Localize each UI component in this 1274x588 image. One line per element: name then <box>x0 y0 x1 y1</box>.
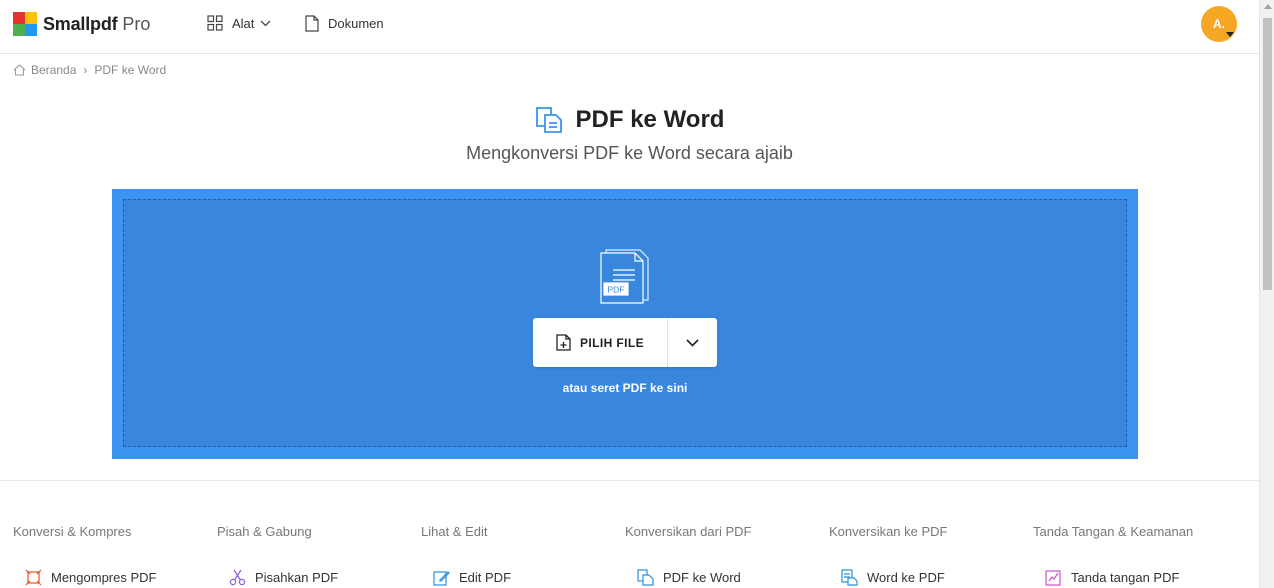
pdf-file-icon: PDF <box>598 248 652 309</box>
tool-word-to-pdf[interactable]: Word ke PDF <box>841 569 945 586</box>
tools-heading-view-edit: Lihat & Edit <box>421 524 488 539</box>
sign-icon <box>1045 569 1062 586</box>
page-subtitle: Mengkonversi PDF ke Word secara ajaib <box>466 143 793 163</box>
breadcrumb-separator: › <box>83 63 88 77</box>
section-divider <box>0 480 1259 481</box>
svg-text:PDF: PDF <box>608 285 625 295</box>
page-title: PDF ke Word <box>575 106 725 133</box>
chevron-down-icon <box>686 338 699 347</box>
choose-source-dropdown[interactable] <box>668 318 717 367</box>
choose-file-label: PILIH FILE <box>580 335 644 350</box>
tool-sign-pdf[interactable]: Tanda tangan PDF <box>1045 569 1179 586</box>
title-area: PDF ke Word <box>0 106 1259 139</box>
logo-text: Smallpdf <box>43 13 118 34</box>
smallpdf-logo-icon <box>13 12 37 36</box>
nav-dokumen[interactable]: Dokumen <box>305 15 384 32</box>
tools-heading-split-merge: Pisah & Gabung <box>217 524 312 539</box>
pdf-to-word-icon <box>637 569 654 586</box>
word-to-pdf-icon <box>841 569 858 586</box>
tool-sign-label: Tanda tangan PDF <box>1071 570 1180 585</box>
tool-pdf-to-word-label: PDF ke Word <box>663 570 741 585</box>
scroll-up-arrow-icon[interactable] <box>1264 4 1272 9</box>
tool-compress-label: Mengompres PDF <box>51 570 157 585</box>
tool-edit-pdf[interactable]: Edit PDF <box>433 569 511 586</box>
breadcrumb-home[interactable]: Beranda <box>31 63 76 77</box>
tool-split-pdf[interactable]: Pisahkan PDF <box>229 569 338 586</box>
tool-edit-label: Edit PDF <box>459 570 512 585</box>
nav-dokumen-label: Dokumen <box>328 16 384 31</box>
pdf-to-word-title-icon <box>535 106 563 134</box>
logo-pro-label: Pro <box>122 13 151 34</box>
chevron-down-icon <box>260 20 271 27</box>
nav-alat[interactable]: Alat <box>207 15 271 31</box>
scissors-icon <box>229 569 246 586</box>
tools-heading-convert-compress: Konversi & Kompres <box>13 524 132 539</box>
tool-split-label: Pisahkan PDF <box>255 570 339 585</box>
tool-compress-pdf[interactable]: Mengompres PDF <box>25 569 156 586</box>
nav-alat-label: Alat <box>232 15 255 31</box>
home-icon <box>13 64 26 76</box>
vertical-scrollbar[interactable] <box>1259 0 1274 588</box>
tools-heading-sign-security: Tanda Tangan & Keamanan <box>1033 524 1194 539</box>
tools-heading-convert-to-pdf: Konversikan ke PDF <box>829 524 948 539</box>
choose-file-button-group: PILIH FILE <box>533 318 717 367</box>
tool-pdf-to-word[interactable]: PDF ke Word <box>637 569 741 586</box>
scrollbar-thumb[interactable] <box>1263 18 1272 290</box>
compress-icon <box>25 569 42 586</box>
tools-heading-convert-from-pdf: Konversikan dari PDF <box>625 524 752 539</box>
grid-icon <box>207 15 223 31</box>
edit-icon <box>433 569 450 586</box>
smallpdf-logo[interactable]: Smallpdf Pro <box>13 12 150 36</box>
top-header: Smallpdf Pro Alat Dokumen A. <box>0 0 1259 54</box>
breadcrumb: Beranda › PDF ke Word <box>13 63 166 77</box>
choose-file-button[interactable]: PILIH FILE <box>533 318 668 367</box>
drop-hint: atau seret PDF ke sini <box>562 381 688 395</box>
breadcrumb-current: PDF ke Word <box>94 63 167 77</box>
tool-word-to-pdf-label: Word ke PDF <box>867 570 945 585</box>
file-add-icon <box>556 334 571 351</box>
avatar-caret-icon[interactable] <box>1226 32 1234 37</box>
document-icon <box>305 15 319 32</box>
